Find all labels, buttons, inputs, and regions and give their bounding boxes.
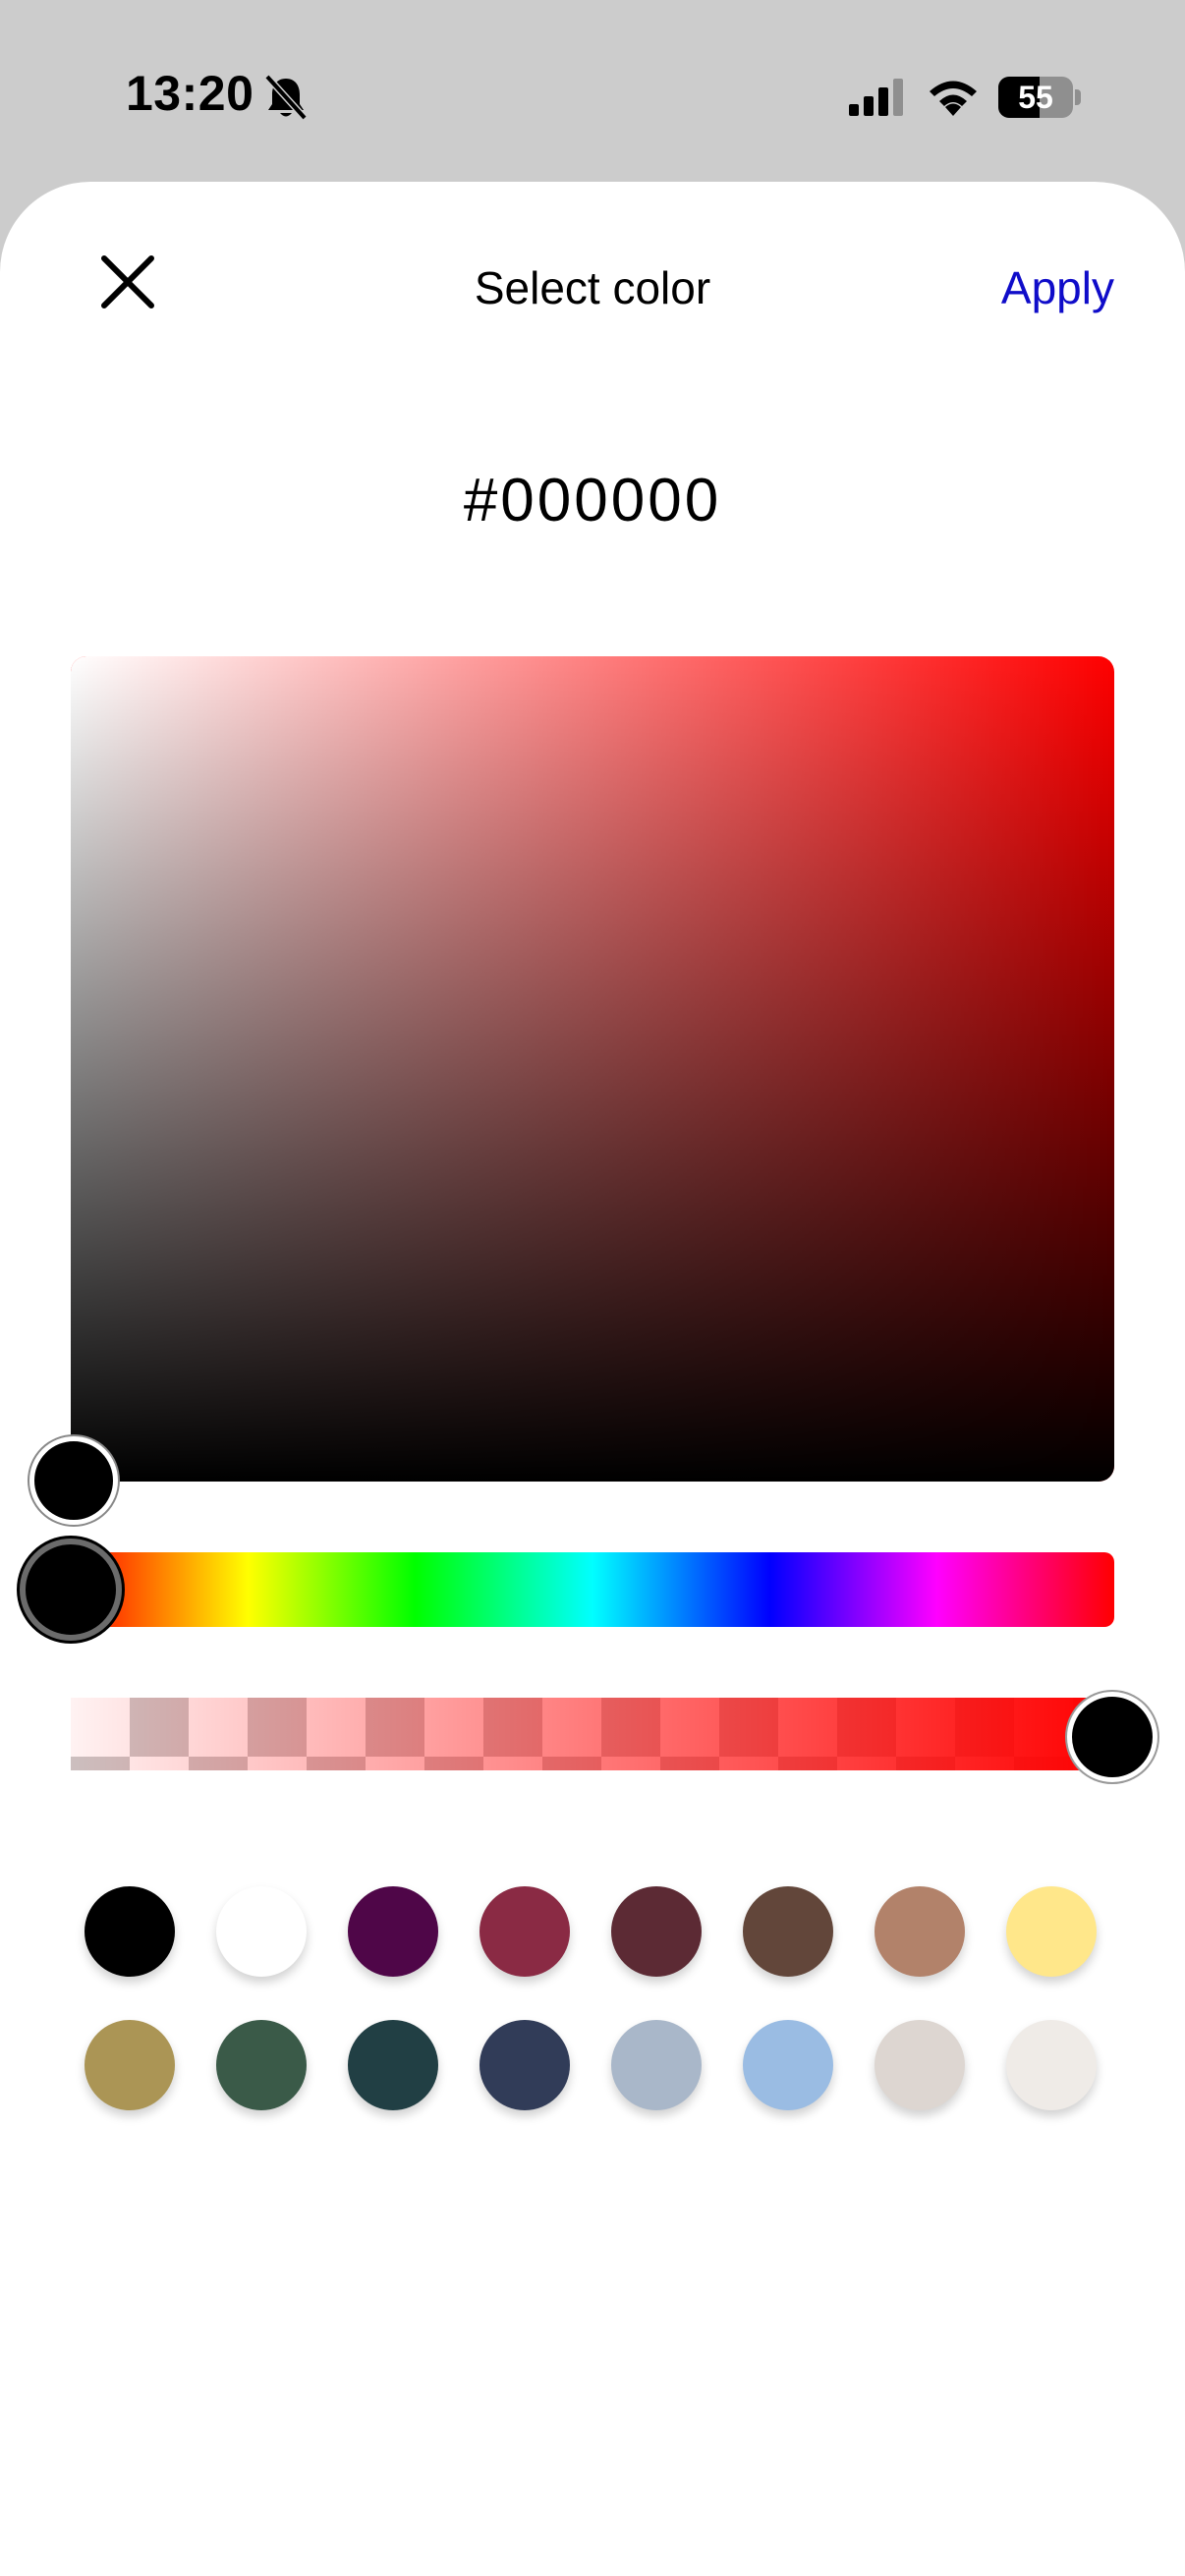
color-swatch[interactable]	[611, 2020, 702, 2110]
cellular-signal-icon	[849, 79, 903, 116]
battery-nub	[1075, 89, 1081, 105]
saturation-brightness-area[interactable]	[71, 656, 1114, 1482]
alpha-slider[interactable]	[71, 1698, 1114, 1770]
battery-icon: 55	[998, 77, 1081, 118]
color-swatch[interactable]	[875, 1886, 965, 1977]
alpha-slider-thumb[interactable]	[1067, 1692, 1157, 1782]
color-swatch[interactable]	[480, 1886, 570, 1977]
battery-level: 55	[1018, 80, 1053, 115]
color-swatch[interactable]	[85, 2020, 175, 2110]
color-swatch[interactable]	[348, 2020, 438, 2110]
color-swatch[interactable]	[743, 2020, 833, 2110]
wifi-icon	[930, 81, 977, 116]
color-swatch[interactable]	[348, 1886, 438, 1977]
color-swatch[interactable]	[216, 2020, 307, 2110]
sv-black-layer	[71, 656, 1114, 1482]
color-swatch[interactable]	[1006, 1886, 1097, 1977]
hex-value: #000000	[463, 467, 722, 534]
color-swatch[interactable]	[1006, 2020, 1097, 2110]
color-swatch[interactable]	[480, 2020, 570, 2110]
color-swatch[interactable]	[743, 1886, 833, 1977]
color-swatch[interactable]	[85, 1886, 175, 1977]
color-swatch[interactable]	[875, 2020, 965, 2110]
hue-slider[interactable]	[71, 1552, 1114, 1627]
color-swatch[interactable]	[216, 1886, 307, 1977]
status-time: 13:20	[126, 66, 254, 121]
hue-slider-thumb[interactable]	[20, 1539, 122, 1641]
saturation-brightness-thumb[interactable]	[29, 1436, 118, 1525]
status-bar: 13:20 55	[0, 0, 1185, 182]
preset-swatches	[85, 1886, 1106, 2110]
color-swatch[interactable]	[611, 1886, 702, 1977]
apply-button[interactable]: Apply	[1001, 261, 1114, 314]
alpha-gradient	[71, 1698, 1114, 1770]
bell-slash-icon	[264, 74, 308, 121]
battery-body: 55	[998, 77, 1073, 118]
